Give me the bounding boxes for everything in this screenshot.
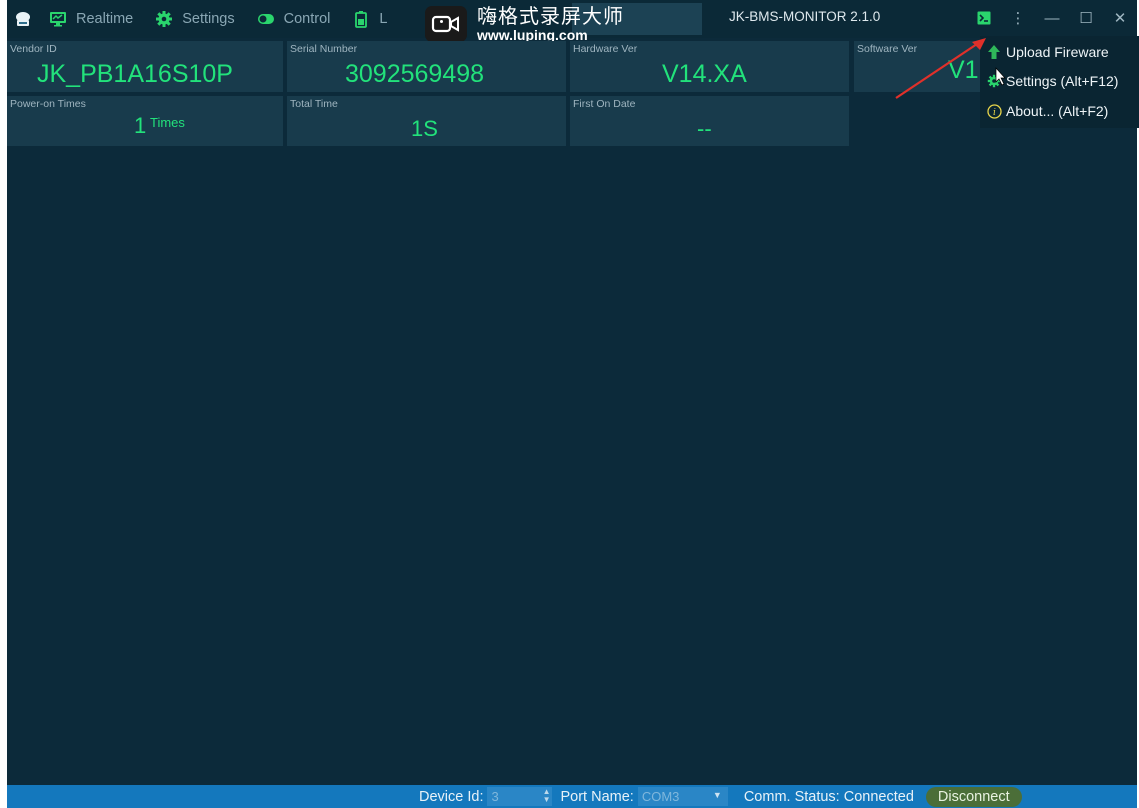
port-name-value: COM3 [641, 789, 680, 804]
minimize-button[interactable]: — [1035, 4, 1069, 32]
terminal-icon[interactable] [967, 4, 1001, 32]
nav-settings-label: Settings [182, 11, 235, 27]
watermark-url: www.luping.com [477, 26, 588, 43]
nav-log-label: L [379, 11, 388, 27]
hardware-ver-card: Hardware Ver V14.XA [570, 41, 849, 92]
nav-control-label: Control [283, 11, 331, 27]
menu-item-settings-label: Settings (Alt+F12) [1006, 73, 1119, 89]
chevron-down-icon: ▼ [712, 790, 722, 800]
stepper-arrows-icon[interactable]: ▲ ▼ [543, 788, 551, 804]
port-name-select[interactable]: COM3 ▼ [637, 787, 728, 806]
vendor-id-card: Vendor ID JK_PB1A16S10P [7, 41, 283, 92]
nav-realtime-label: Realtime [76, 11, 134, 27]
top-toolbar: Realtime Settings Control L 嗨格式录屏大师 www.… [7, 0, 1137, 42]
first-on-date-card: First On Date -- [570, 96, 849, 146]
nav-control[interactable]: Control [257, 10, 331, 28]
video-camera-icon [425, 6, 467, 42]
gear-icon [155, 10, 173, 28]
recorder-watermark: 嗨格式录屏大师 www.luping.com [425, 4, 624, 44]
total-time-value: 1S [411, 116, 438, 141]
nav-log[interactable]: L [352, 10, 387, 28]
annotation-arrow [895, 38, 1006, 99]
toggle-icon [257, 10, 275, 28]
power-on-times-label: Power-on Times [10, 98, 86, 110]
power-on-times-unit: Times [150, 115, 185, 130]
vendor-id-label: Vendor ID [10, 43, 57, 55]
status-bar: Device Id: 3 ▲ ▼ Port Name: COM3 ▼ Comm. … [7, 785, 1137, 808]
app-window: Realtime Settings Control L 嗨格式录屏大师 www.… [7, 0, 1137, 808]
battery-icon [352, 10, 370, 28]
nav-settings[interactable]: Settings [155, 10, 235, 28]
app-title: JK-BMS-MONITOR 2.1.0 [729, 9, 881, 24]
nav-realtime[interactable]: Realtime [49, 10, 133, 28]
svg-text:i: i [993, 108, 996, 118]
power-on-times-value: 1 [134, 113, 147, 138]
total-time-label: Total Time [290, 98, 338, 110]
menu-item-about-label: About... (Alt+F2) [1006, 103, 1109, 119]
more-menu-button[interactable]: ⋮ [1001, 4, 1035, 32]
comm-status-text: Comm. Status: Connected [743, 788, 914, 805]
hardware-ver-label: Hardware Ver [573, 43, 638, 55]
serial-number-value: 3092569498 [345, 60, 485, 88]
menu-item-upload-label: Upload Fireware [1006, 44, 1109, 60]
monitor-icon [49, 10, 67, 28]
vendor-id-value: JK_PB1A16S10P [37, 60, 233, 88]
serial-number-card: Serial Number 3092569498 [287, 41, 566, 92]
close-button[interactable]: ✕ [1103, 4, 1137, 32]
total-time-card: Total Time 1S [287, 96, 566, 146]
first-on-date-label: First On Date [573, 98, 636, 110]
port-name-label: Port Name: [560, 788, 634, 805]
device-id-label: Device Id: [419, 788, 484, 805]
first-on-date-value: -- [697, 116, 712, 141]
device-id-value: 3 [491, 789, 499, 804]
device-id-stepper[interactable]: 3 ▲ ▼ [487, 787, 553, 806]
watermark-title: 嗨格式录屏大师 [477, 5, 624, 28]
serial-number-label: Serial Number [290, 43, 358, 55]
disconnect-button[interactable]: Disconnect [925, 786, 1022, 807]
window-controls: ⋮ — ☐ ✕ [967, 4, 1137, 32]
main-nav: Realtime Settings Control L [7, 7, 391, 31]
power-on-times-card: Power-on Times 1 Times [7, 96, 283, 146]
maximize-button[interactable]: ☐ [1069, 4, 1103, 32]
hardware-ver-value: V14.XA [662, 60, 747, 88]
cloud-logo-icon[interactable] [13, 9, 33, 29]
